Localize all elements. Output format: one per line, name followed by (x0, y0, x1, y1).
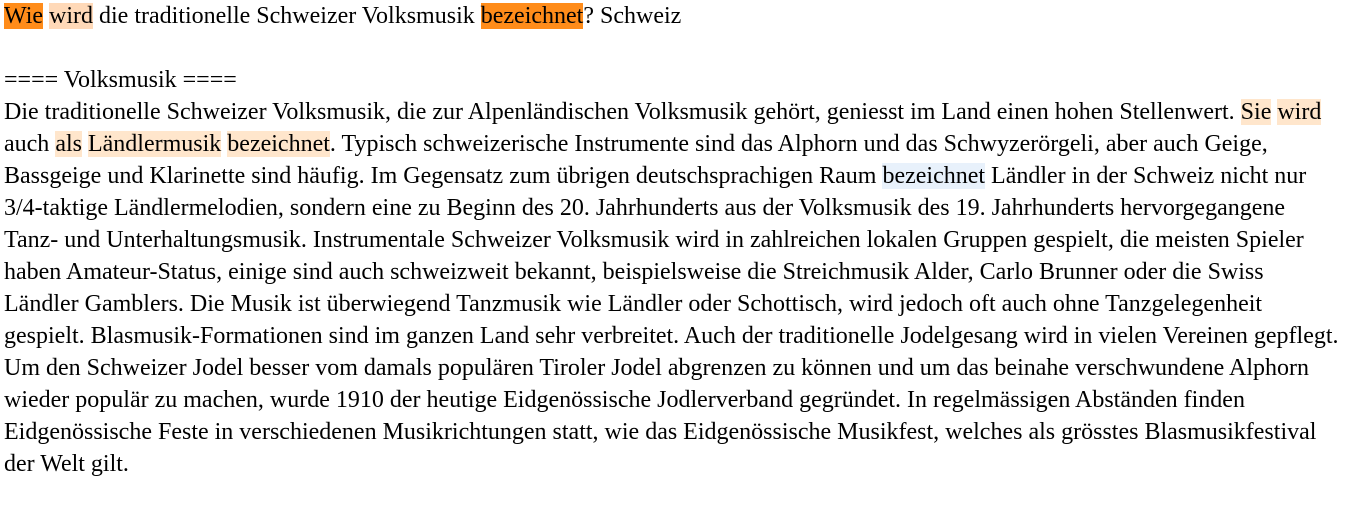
text-segment: ? Schweiz (583, 3, 682, 29)
highlighted-term: Ländlermusik (87, 131, 222, 157)
highlighted-term: Sie (1240, 99, 1272, 125)
highlighted-term: bezeichnet (227, 131, 330, 157)
body-paragraph: Die traditionelle Schweizer Volksmusik, … (4, 96, 1344, 480)
text-segment: die traditionelle Schweizer Volksmusik (93, 3, 481, 29)
highlighted-term: Wie (4, 3, 44, 29)
document-page: Wie wird die traditionelle Schweizer Vol… (0, 0, 1344, 480)
highlighted-term: wird (49, 3, 94, 29)
section-heading: ==== Volksmusik ==== (4, 67, 237, 93)
question-line: Wie wird die traditionelle Schweizer Vol… (4, 0, 1344, 32)
text-segment: Ländler in der Schweiz nicht nur 3/4-tak… (4, 163, 1339, 477)
text-segment: Die traditionelle Schweizer Volksmusik, … (4, 99, 1241, 125)
highlighted-term: als (55, 131, 82, 157)
text-segment: auch (4, 131, 56, 157)
highlighted-term: bezeichnet (480, 3, 584, 29)
highlighted-term: bezeichnet (882, 163, 986, 189)
highlighted-term: wird (1277, 99, 1322, 125)
